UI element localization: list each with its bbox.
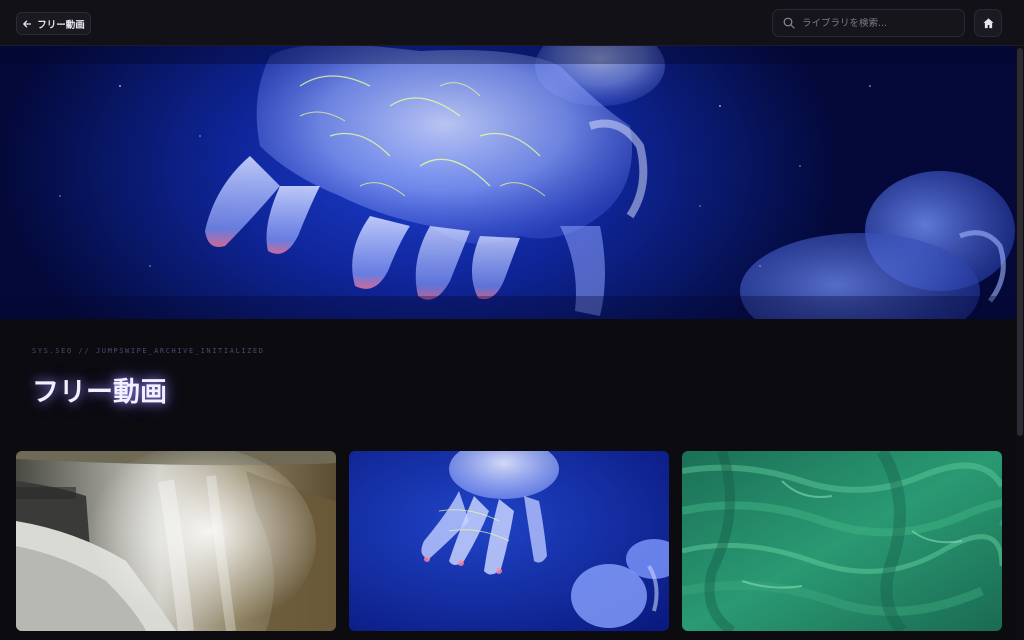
search-input[interactable] (802, 17, 952, 29)
hero-jellyfish-image (0, 46, 1016, 319)
page-scrollbar[interactable] (1016, 46, 1024, 640)
back-button-label: フリー動画 (37, 19, 85, 31)
jellyfish-thumbnail (349, 451, 669, 631)
arrow-left-icon (23, 20, 32, 27)
sequence-text: SYS.SEQ // JUMPSWIPE_ARCHIVE_INITIALIZED (32, 347, 265, 355)
video-card-waterfall[interactable] (16, 451, 336, 631)
home-icon (982, 17, 994, 28)
hero-video[interactable] (0, 46, 1016, 319)
search-box[interactable] (772, 9, 965, 37)
page-title: フリー動画 (32, 377, 167, 408)
green-water-thumbnail (682, 451, 1002, 631)
search-icon (783, 17, 795, 29)
video-card-jellyfish[interactable] (349, 451, 669, 631)
video-card-green-water[interactable] (682, 451, 1002, 631)
scrollbar-thumb[interactable] (1017, 48, 1023, 436)
home-button[interactable] (974, 9, 1002, 37)
back-button[interactable]: フリー動画 (16, 12, 91, 35)
waterfall-thumbnail (16, 451, 336, 631)
top-bar: フリー動画 (0, 0, 1024, 46)
